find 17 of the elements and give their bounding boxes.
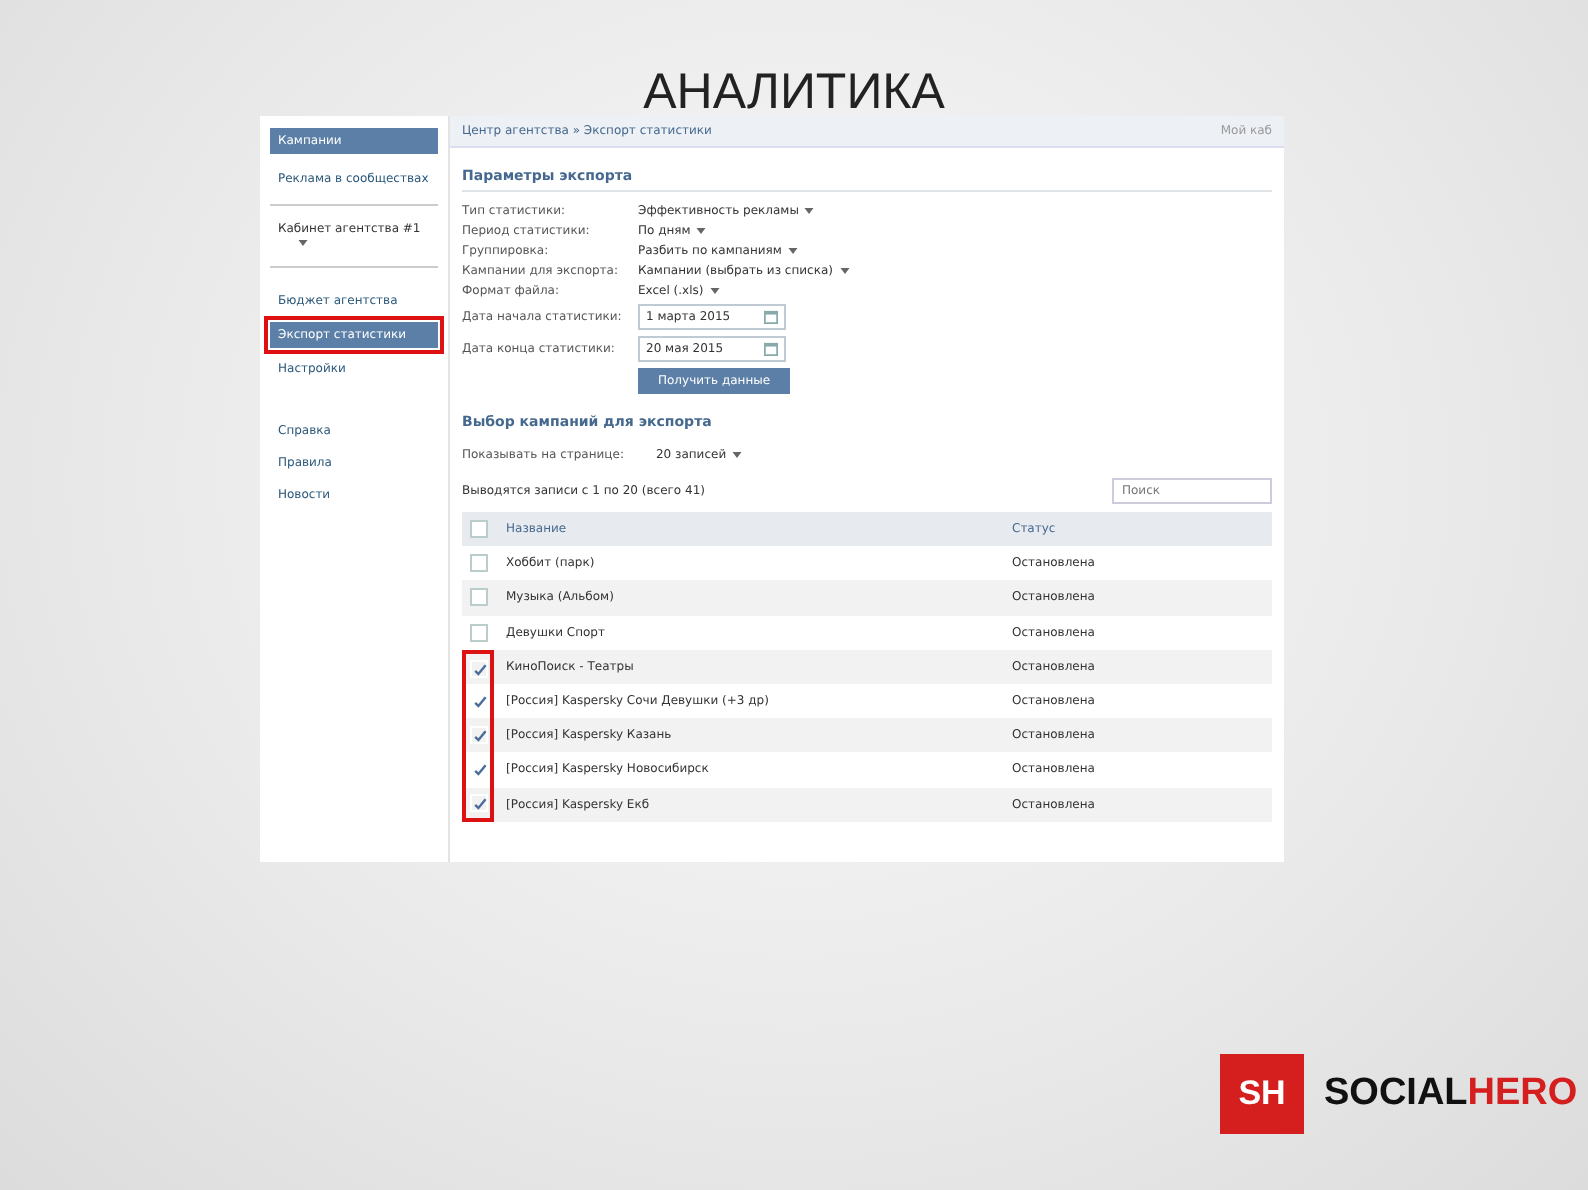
caret-icon (804, 207, 815, 214)
row-checkbox[interactable] (469, 623, 487, 642)
caret-icon (839, 267, 849, 274)
calendar-icon[interactable] (764, 310, 778, 324)
caret-icon (787, 247, 798, 254)
row-checkbox[interactable] (469, 588, 487, 607)
select-all-checkbox[interactable] (469, 520, 487, 539)
logo-word: SOCIAL (1324, 1072, 1468, 1116)
caret-icon (696, 227, 707, 234)
caret-icon (298, 239, 308, 246)
logo-badge: SH (1220, 1054, 1304, 1134)
row-checkbox[interactable] (469, 554, 487, 573)
calendar-icon[interactable] (764, 342, 778, 356)
slide-title: АНАЛИТИКА (641, 62, 947, 116)
logo-word: HERO (1467, 1072, 1578, 1116)
caret-icon (709, 287, 720, 294)
caret-icon (732, 451, 743, 458)
